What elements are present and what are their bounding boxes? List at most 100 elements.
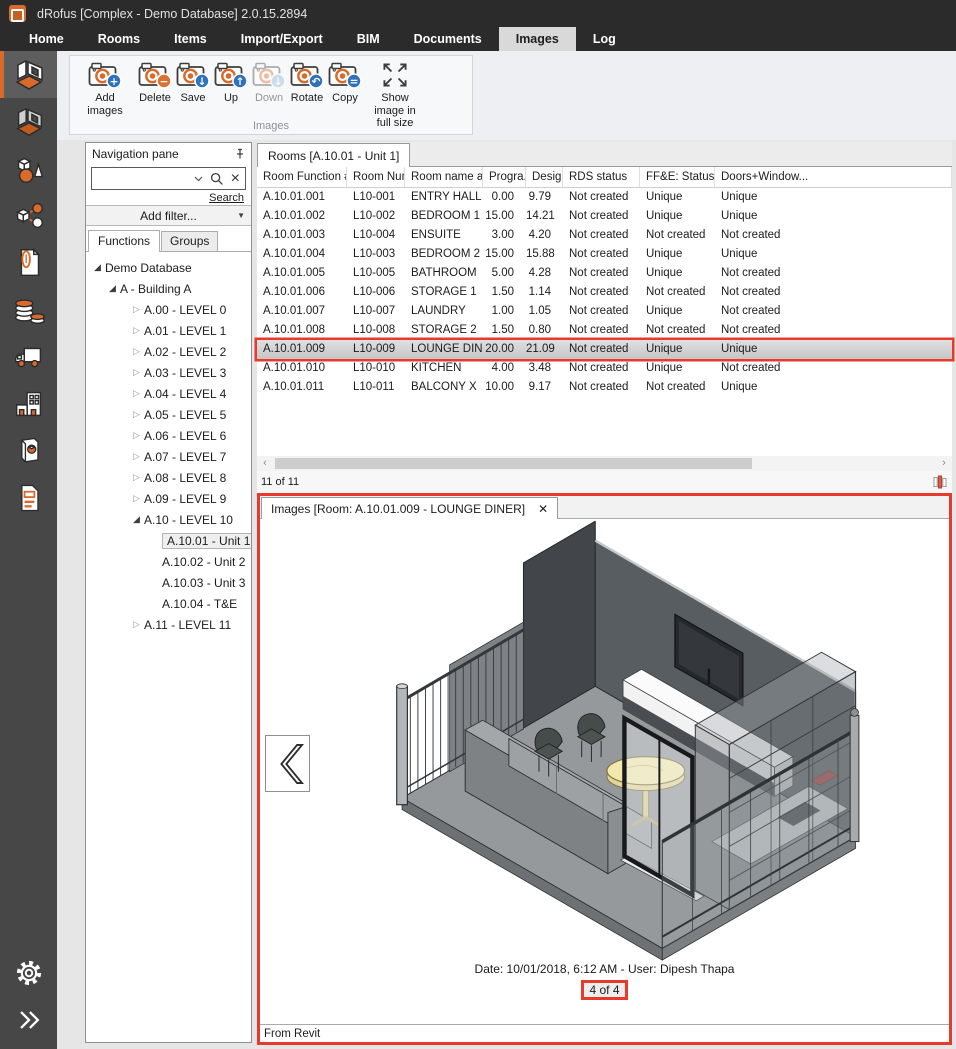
- column-header-design[interactable]: Design...: [526, 167, 563, 187]
- menu-item-documents[interactable]: Documents: [397, 27, 499, 51]
- cell-room-name-an: ENTRY HALL: [405, 188, 483, 207]
- tree-node-a-building-a[interactable]: ◢A - Building A: [86, 278, 251, 299]
- tree-node-a-04-level-4[interactable]: ▷A.04 - LEVEL 4: [86, 383, 251, 404]
- scrollbar-thumb[interactable]: [275, 458, 752, 469]
- column-header-progra[interactable]: Progra...: [483, 167, 526, 187]
- tree-node-a-10-03-unit-3[interactable]: A.10.03 - Unit 3: [86, 572, 251, 593]
- tree-collapsed-icon[interactable]: ▷: [129, 388, 144, 399]
- tree-node-a-10-04-t-e[interactable]: A.10.04 - T&E: [86, 593, 251, 614]
- menu-item-images[interactable]: Images: [499, 27, 576, 51]
- tree-node-a-10-02-unit-2[interactable]: A.10.02 - Unit 2: [86, 551, 251, 572]
- tab-rooms[interactable]: Rooms [A.10.01 - Unit 1]: [257, 143, 410, 167]
- ribbon-button-copy[interactable]: = Copy: [326, 59, 364, 106]
- column-header-room-numb[interactable]: Room Numb...: [347, 167, 405, 187]
- tree-collapsed-icon[interactable]: ▷: [129, 451, 144, 462]
- close-icon[interactable]: ✕: [538, 502, 548, 516]
- tree-node-a-02-level-2[interactable]: ▷A.02 - LEVEL 2: [86, 341, 251, 362]
- tree-collapsed-icon[interactable]: ▷: [129, 409, 144, 420]
- column-header-doors-window[interactable]: Doors+Window...: [715, 167, 952, 187]
- table-row[interactable]: A.10.01.009L10-009LOUNGE DINER20.0021.09…: [257, 340, 952, 359]
- scroll-right-arrow-icon[interactable]: ›: [936, 456, 952, 471]
- tree-collapsed-icon[interactable]: ▷: [129, 367, 144, 378]
- nav-tab-groups[interactable]: Groups: [161, 231, 218, 251]
- ribbon-button-down[interactable]: ↓ Down: [250, 59, 288, 106]
- menu-item-log[interactable]: Log: [576, 27, 633, 51]
- ribbon-button-delete[interactable]: − Delete: [136, 59, 174, 106]
- tree-collapsed-icon[interactable]: ▷: [129, 493, 144, 504]
- previous-image-button[interactable]: [265, 735, 310, 792]
- ribbon-button-add-images[interactable]: + Add images: [74, 59, 136, 118]
- tree-node-a-08-level-8[interactable]: ▷A.08 - LEVEL 8: [86, 467, 251, 488]
- tree-expanded-icon[interactable]: ◢: [90, 262, 105, 273]
- tree-collapsed-icon[interactable]: ▷: [129, 325, 144, 336]
- sidebar-item-settings[interactable]: [0, 949, 57, 996]
- table-row[interactable]: A.10.01.007L10-007LAUNDRY1.001.05Not cre…: [257, 302, 952, 321]
- sidebar-item-logistics[interactable]: [0, 333, 57, 380]
- sidebar-item-reports[interactable]: [0, 474, 57, 521]
- tree-node-a-07-level-7[interactable]: ▷A.07 - LEVEL 7: [86, 446, 251, 467]
- menu-item-home[interactable]: Home: [12, 27, 81, 51]
- table-row[interactable]: A.10.01.001L10-001ENTRY HALL0.009.79Not …: [257, 188, 952, 207]
- tree-collapsed-icon[interactable]: ▷: [129, 619, 144, 630]
- pin-icon[interactable]: [234, 148, 246, 160]
- tree-node-a-01-level-1[interactable]: ▷A.01 - LEVEL 1: [86, 320, 251, 341]
- sidebar-item-attachments[interactable]: [0, 239, 57, 286]
- column-chooser-icon[interactable]: [933, 475, 947, 489]
- sidebar-item-systems[interactable]: [0, 192, 57, 239]
- tab-images[interactable]: Images [Room: A.10.01.009 - LOUNGE DINER…: [261, 497, 558, 519]
- sidebar-item-items[interactable]: [0, 145, 57, 192]
- scrollbar-track[interactable]: [273, 456, 936, 471]
- tree-expanded-icon[interactable]: ◢: [129, 514, 144, 525]
- table-row[interactable]: A.10.01.008L10-008STORAGE 21.500.80Not c…: [257, 321, 952, 340]
- tree-node-a-09-level-9[interactable]: ▷A.09 - LEVEL 9: [86, 488, 251, 509]
- tree-collapsed-icon[interactable]: ▷: [129, 472, 144, 483]
- ribbon-button-rotate[interactable]: ↶ Rotate: [288, 59, 326, 106]
- column-header-room-name-an[interactable]: Room name an...: [405, 167, 483, 187]
- table-row[interactable]: A.10.01.003L10-004ENSUITE3.004.20Not cre…: [257, 226, 952, 245]
- menu-item-rooms[interactable]: Rooms: [81, 27, 157, 51]
- search-icon[interactable]: [210, 172, 224, 186]
- cell-design: 1.05: [526, 302, 563, 321]
- table-row[interactable]: A.10.01.004L10-003BEDROOM 215.0015.88Not…: [257, 245, 952, 264]
- search-input[interactable]: ×: [91, 167, 246, 190]
- tree-node-a-00-level-0[interactable]: ▷A.00 - LEVEL 0: [86, 299, 251, 320]
- table-row[interactable]: A.10.01.010L10-010KITCHEN4.003.48Not cre…: [257, 359, 952, 378]
- sidebar-item-rooms[interactable]: [0, 51, 57, 98]
- table-row[interactable]: A.10.01.002L10-002BEDROOM 115.0014.21Not…: [257, 207, 952, 226]
- tree-node-a-03-level-3[interactable]: ▷A.03 - LEVEL 3: [86, 362, 251, 383]
- tree-collapsed-icon[interactable]: ▷: [129, 304, 144, 315]
- search-dropdown-chevron-icon[interactable]: [194, 176, 203, 182]
- tree-node-demo-database[interactable]: ◢Demo Database: [86, 257, 251, 278]
- sidebar-item-room-data[interactable]: [0, 98, 57, 145]
- add-filter-dropdown[interactable]: Add filter... ▼: [86, 205, 251, 226]
- tree-collapsed-icon[interactable]: ▷: [129, 430, 144, 441]
- column-header-room-function[interactable]: Room Function #:: [257, 167, 347, 187]
- sidebar-item-buildings[interactable]: [0, 380, 57, 427]
- tree-node-a-11-level-11[interactable]: ▷A.11 - LEVEL 11: [86, 614, 251, 635]
- tree-expanded-icon[interactable]: ◢: [105, 283, 120, 294]
- horizontal-scrollbar[interactable]: ‹ ›: [257, 456, 952, 471]
- table-row[interactable]: A.10.01.011L10-011BALCONY X10.009.17Not …: [257, 378, 952, 397]
- menu-item-items[interactable]: Items: [157, 27, 224, 51]
- menu-item-import-export[interactable]: Import/Export: [224, 27, 340, 51]
- scroll-left-arrow-icon[interactable]: ‹: [257, 456, 273, 471]
- ribbon-button-up[interactable]: ↑ Up: [212, 59, 250, 106]
- search-clear-icon[interactable]: ×: [231, 172, 240, 186]
- search-link[interactable]: Search: [209, 192, 244, 204]
- nav-tab-functions[interactable]: Functions: [88, 230, 160, 252]
- sidebar-item-finance[interactable]: [0, 286, 57, 333]
- sidebar-item-expand[interactable]: [0, 996, 57, 1043]
- column-header-rds-status[interactable]: RDS status: [563, 167, 640, 187]
- menu-item-bim[interactable]: BIM: [340, 27, 397, 51]
- tree-collapsed-icon[interactable]: ▷: [129, 346, 144, 357]
- tree-node-a-10-level-10[interactable]: ◢A.10 - LEVEL 10: [86, 509, 251, 530]
- cell-ff-e-status: Unique: [640, 245, 715, 264]
- tree-node-a-05-level-5[interactable]: ▷A.05 - LEVEL 5: [86, 404, 251, 425]
- tree-node-a-10-01-unit-1[interactable]: A.10.01 - Unit 1: [86, 530, 251, 551]
- column-header-ff-e-status[interactable]: FF&E: Status: [640, 167, 715, 187]
- table-row[interactable]: A.10.01.005L10-005BATHROOM5.004.28Not cr…: [257, 264, 952, 283]
- tree-node-a-06-level-6[interactable]: ▷A.06 - LEVEL 6: [86, 425, 251, 446]
- table-row[interactable]: A.10.01.006L10-006STORAGE 11.501.14Not c…: [257, 283, 952, 302]
- sidebar-item-product-data[interactable]: [0, 427, 57, 474]
- ribbon-button-save[interactable]: ↓ Save: [174, 59, 212, 106]
